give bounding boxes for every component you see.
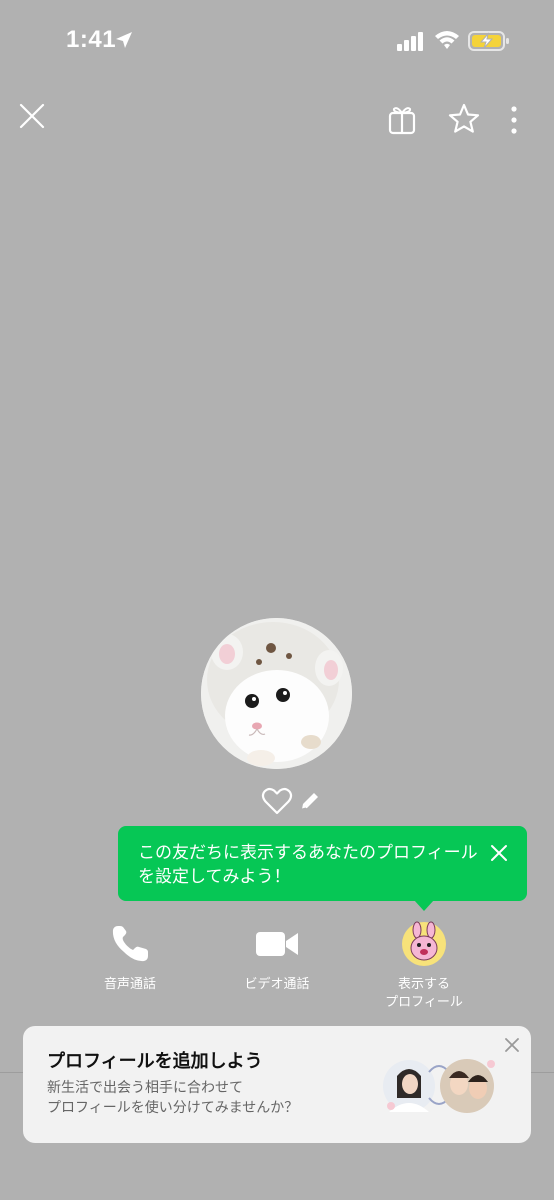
gift-icon[interactable] [386, 104, 418, 136]
edit-pencil-icon[interactable] [299, 790, 321, 812]
voice-call-label: 音声通話 [103, 977, 156, 992]
profile-switch-illustration [383, 1059, 495, 1113]
close-icon[interactable] [16, 100, 48, 132]
voice-call-button[interactable]: 音声通話 [65, 920, 195, 994]
display-profile-button[interactable]: 表示する プロフィール [359, 920, 489, 1012]
video-call-label: ビデオ通話 [244, 977, 310, 992]
tooltip-text: この友だちに表示するあなたのプロフィール を設定してみよう！ [138, 843, 478, 887]
status-time: 1:41 [66, 26, 117, 53]
promo-description: 新生活で出会う相手に合わせて プロフィールを使い分けてみませんか？ [47, 1080, 299, 1116]
tooltip-arrow [414, 900, 434, 911]
status-bar: 1:41 [0, 0, 554, 84]
rabbit-character-icon [402, 921, 446, 966]
hamster-avatar-image [201, 618, 352, 769]
video-camera-icon [256, 932, 298, 956]
display-profile-label: 表示する プロフィール [385, 977, 463, 1010]
more-icon[interactable] [504, 104, 524, 136]
promo-title: プロフィールを追加しよう [47, 1051, 263, 1072]
profile-tooltip: この友だちに表示するあなたのプロフィール を設定してみよう！ [118, 826, 527, 901]
promo-close-icon[interactable] [503, 1036, 521, 1054]
battery-charging-icon [468, 31, 509, 51]
location-arrow-icon [116, 32, 132, 48]
wifi-icon [435, 31, 459, 49]
video-call-button[interactable]: ビデオ通話 [212, 920, 342, 994]
phone-icon [112, 926, 148, 962]
star-icon[interactable] [447, 102, 481, 136]
cellular-signal-icon [397, 32, 423, 51]
profile-avatar[interactable] [201, 618, 352, 769]
heart-icon[interactable] [261, 786, 293, 816]
add-profile-promo-card[interactable]: プロフィールを追加しよう 新生活で出会う相手に合わせて プロフィールを使い分けて… [23, 1026, 531, 1143]
tooltip-close-icon[interactable] [489, 843, 509, 863]
